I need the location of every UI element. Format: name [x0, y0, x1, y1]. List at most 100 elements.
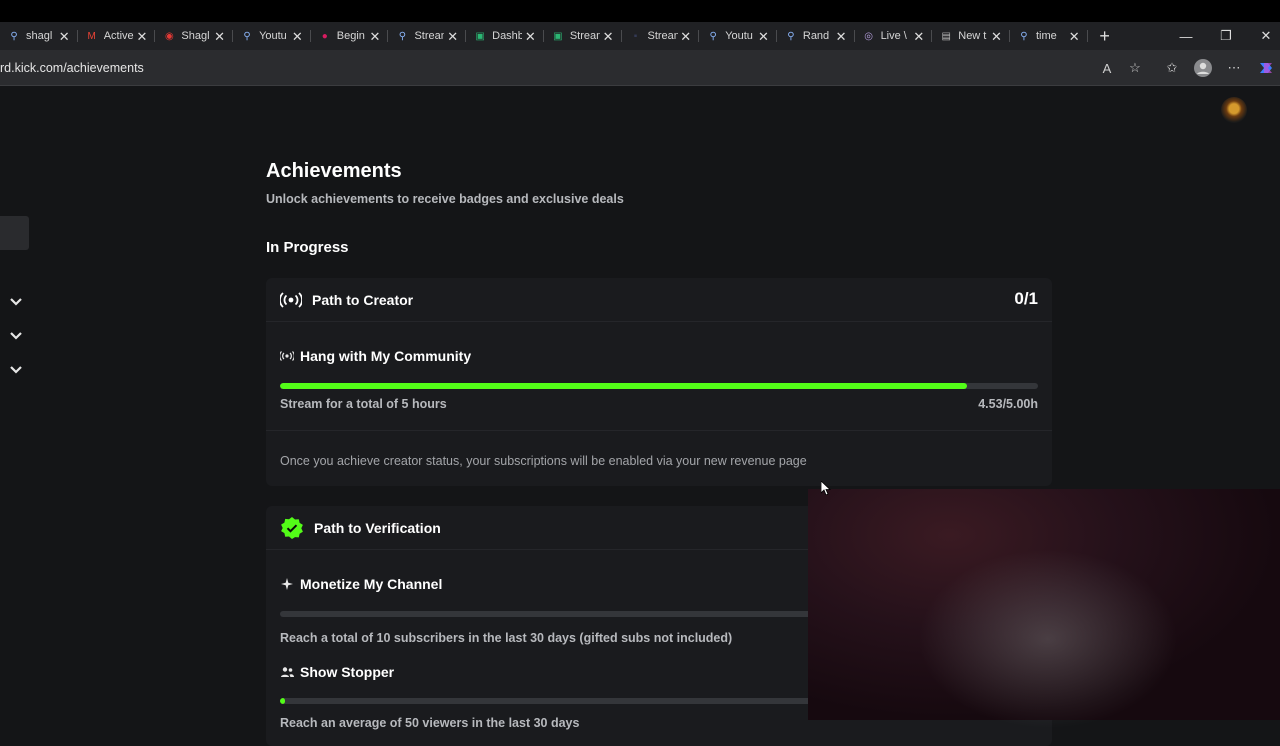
- kick-icon: ▣: [475, 30, 485, 42]
- close-tab-icon[interactable]: ✕: [680, 29, 691, 45]
- achievement-progress-bar: [280, 383, 1038, 389]
- mouse-cursor-icon: [821, 481, 831, 495]
- browser-tab[interactable]: ▣ Strean ✕: [544, 22, 622, 50]
- tab-title: Strean: [647, 30, 678, 42]
- progress-fill: [280, 383, 967, 389]
- gmail-icon: M: [87, 30, 96, 42]
- tab-list: ⚲ shagl ✕ M Active ✕ ◉ Shagl ✕ ⚲ Youtu ✕ ● Begin ✕ ⚲ Str…: [0, 22, 1088, 50]
- browser-tab[interactable]: ⚲ Youtu ✕: [699, 22, 777, 50]
- tab-title: Strean: [569, 30, 600, 42]
- browser-tab[interactable]: ⚲ Strean ✕: [388, 22, 466, 50]
- tab-title: Dashb: [492, 30, 523, 42]
- minimize-button[interactable]: —: [1166, 22, 1206, 50]
- close-tab-icon[interactable]: ✕: [214, 29, 225, 45]
- browser-tab[interactable]: ⚲ shagl ✕: [0, 22, 78, 50]
- close-tab-icon[interactable]: ✕: [447, 29, 458, 45]
- verification-path-name: Path to Verification: [314, 519, 441, 536]
- address-bar[interactable]: rd.kick.com/achievements: [0, 50, 1280, 86]
- tab-title: New t: [958, 30, 987, 42]
- achievement-title: Monetize My Channel: [300, 576, 443, 592]
- close-tab-icon[interactable]: ✕: [136, 29, 147, 45]
- youtube-icon: ●: [321, 30, 328, 42]
- browser-tab[interactable]: M Active ✕: [78, 22, 156, 50]
- tab-title: time: [1035, 30, 1057, 42]
- close-tab-icon[interactable]: ✕: [836, 29, 847, 45]
- favorites-icon[interactable]: ✩: [1162, 58, 1182, 78]
- browser-tab[interactable]: ● Begin ✕: [311, 22, 389, 50]
- webcam-overlay: [808, 489, 1280, 729]
- browser-tab[interactable]: ◉ Shagl ✕: [155, 22, 233, 50]
- more-menu-icon[interactable]: ⋯: [1224, 58, 1244, 78]
- user-avatar[interactable]: [1221, 97, 1247, 123]
- live-icon: ◎: [864, 30, 873, 42]
- tab-title: Rand: [802, 30, 830, 42]
- tab-title: Active: [103, 30, 134, 42]
- achievement-title: Hang with My Community: [300, 348, 472, 364]
- tab-title: Shagl: [181, 30, 210, 42]
- close-tab-icon[interactable]: ✕: [370, 29, 381, 45]
- close-tab-icon[interactable]: ✕: [1069, 29, 1080, 45]
- close-tab-icon[interactable]: ✕: [603, 29, 614, 45]
- copilot-icon[interactable]: [1256, 58, 1276, 78]
- favorite-star-icon[interactable]: ☆: [1125, 58, 1145, 78]
- tab-strip: ⚲ shagl ✕ M Active ✕ ◉ Shagl ✕ ⚲ Youtu ✕ ● Begin ✕ ⚲ Str…: [0, 22, 1280, 50]
- people-icon: [280, 665, 294, 679]
- close-tab-icon[interactable]: ✕: [292, 29, 303, 45]
- search-icon: ⚲: [398, 30, 407, 42]
- redcircle-icon: ◉: [165, 30, 174, 42]
- page-subtitle: Unlock achievements to receive badges an…: [266, 192, 624, 206]
- creator-note: Once you achieve creator status, your su…: [280, 454, 807, 468]
- tab-title: Begin: [336, 30, 365, 42]
- tab-title: Live \: [880, 30, 907, 42]
- achievement-desc: Stream for a total of 5 hours: [280, 397, 447, 411]
- restore-button[interactable]: ❐: [1206, 22, 1246, 50]
- tab-title: shagl: [26, 30, 53, 42]
- page-title: Achievements: [266, 160, 402, 182]
- browser-tab[interactable]: ⚲ Youtu ✕: [233, 22, 311, 50]
- achievement-title: Show Stopper: [300, 664, 395, 680]
- close-tab-icon[interactable]: ✕: [758, 29, 769, 45]
- close-tab-icon[interactable]: ✕: [525, 29, 536, 45]
- chevron-down-icon[interactable]: [8, 294, 24, 310]
- screen-top-bar: [0, 0, 1280, 22]
- search-icon: ⚲: [787, 30, 795, 42]
- browser-tab[interactable]: ▪ Strean ✕: [622, 22, 700, 50]
- browser-tab[interactable]: ⚲ Rand ✕: [777, 22, 855, 50]
- search-icon: ⚲: [709, 30, 717, 42]
- kick-icon: ▣: [553, 30, 563, 42]
- tab-title: Strean: [414, 30, 445, 42]
- search-icon: ⚲: [1020, 30, 1028, 42]
- read-aloud-icon[interactable]: A: [1097, 58, 1117, 78]
- sparkle-icon: [280, 577, 294, 591]
- profile-icon[interactable]: [1193, 58, 1213, 78]
- broadcast-icon: [280, 291, 302, 308]
- browser-tab[interactable]: ◎ Live \ ✕: [855, 22, 933, 50]
- creator-path-count: 0/1: [1014, 289, 1038, 308]
- url-text[interactable]: rd.kick.com/achievements: [0, 61, 144, 75]
- new-tab-button[interactable]: +: [1092, 22, 1118, 50]
- creator-path-name: Path to Creator: [312, 291, 414, 308]
- page-icon: ▤: [941, 30, 951, 42]
- achievement-desc: Reach an average of 50 viewers in the la…: [280, 716, 580, 730]
- close-window-button[interactable]: ✕: [1246, 22, 1280, 50]
- creator-path-card: Path to Creator 0/1 Hang with My Communi…: [266, 278, 1052, 486]
- browser-tab[interactable]: ▣ Dashb ✕: [466, 22, 544, 50]
- sidebar-active-item[interactable]: [0, 216, 29, 250]
- achievement-item: Hang with My Community Stream for a tota…: [266, 322, 1052, 486]
- dark-icon: ▪: [633, 30, 638, 42]
- chevron-down-icon[interactable]: [8, 362, 24, 378]
- verified-badge-icon: [281, 516, 303, 539]
- section-heading: In Progress: [266, 239, 349, 256]
- search-icon: ⚲: [10, 30, 18, 42]
- creator-path-header[interactable]: Path to Creator 0/1: [266, 278, 1052, 322]
- browser-tab[interactable]: ⚲ time ✕: [1010, 22, 1088, 50]
- chevron-down-icon[interactable]: [8, 328, 24, 344]
- search-icon: ⚲: [243, 30, 251, 42]
- browser-tab[interactable]: ▤ New t ✕: [932, 22, 1010, 50]
- tab-title: Youtu: [725, 30, 753, 42]
- close-tab-icon[interactable]: ✕: [991, 29, 1002, 45]
- achievement-desc: Reach a total of 10 subscribers in the l…: [280, 631, 733, 645]
- progress-fill: [280, 698, 285, 704]
- close-tab-icon[interactable]: ✕: [913, 29, 924, 45]
- close-tab-icon[interactable]: ✕: [59, 29, 70, 45]
